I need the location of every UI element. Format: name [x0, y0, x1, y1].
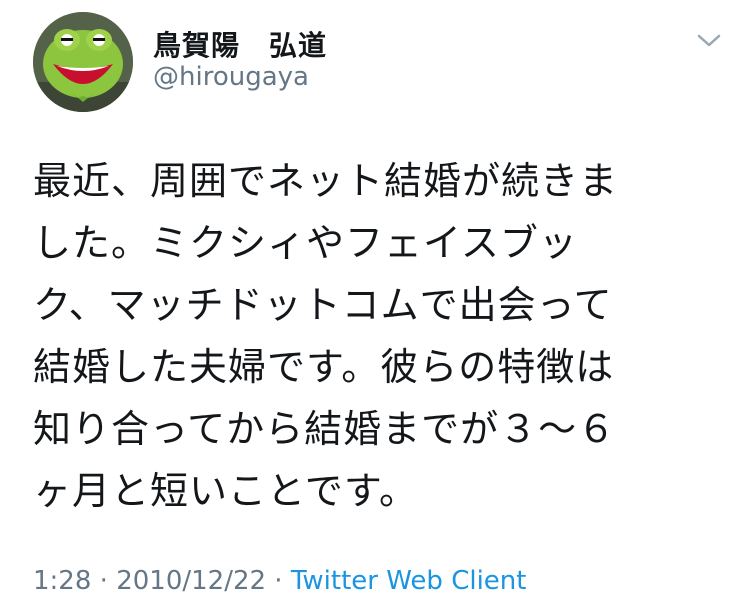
avatar[interactable] [33, 12, 133, 112]
tweet-text-line: 知り合ってから結婚までが３～６ [33, 407, 617, 451]
tweet-text-line: 最近、周囲でネット結婚が続きま [33, 159, 619, 203]
tweet-header: 鳥賀陽 弘道 @hirougaya [0, 0, 750, 120]
tweet-meta: 1:28 · 2010/12/22 · Twitter Web Client [33, 566, 526, 596]
meta-separator: · [266, 566, 291, 596]
tweet-text: 最近、周囲でネット結婚が続きま した。ミクシィやフェイスブッ ク、マッチドットコ… [33, 150, 713, 522]
kermit-avatar-icon [33, 12, 133, 112]
tweet: 鳥賀陽 弘道 @hirougaya 最近、周囲でネット結婚が続きま した。ミクシ… [0, 0, 750, 606]
tweet-text-line: 結婚した夫婦です。彼らの特徴は [33, 345, 615, 389]
tweet-time[interactable]: 1:28 [33, 566, 91, 596]
display-name[interactable]: 鳥賀陽 弘道 [153, 24, 327, 64]
tweet-date[interactable]: 2010/12/22 [116, 566, 266, 596]
tweet-text-line: ク、マッチドットコムで出会って [33, 283, 613, 327]
chevron-down-icon[interactable] [695, 30, 723, 50]
tweet-text-line: した。ミクシィやフェイスブッ [33, 221, 578, 265]
meta-separator: · [91, 566, 117, 596]
tweet-text-line: ヶ月と短いことです。 [33, 469, 419, 513]
tweet-source-link[interactable]: Twitter Web Client [291, 566, 527, 596]
user-handle[interactable]: @hirougaya [153, 62, 309, 92]
